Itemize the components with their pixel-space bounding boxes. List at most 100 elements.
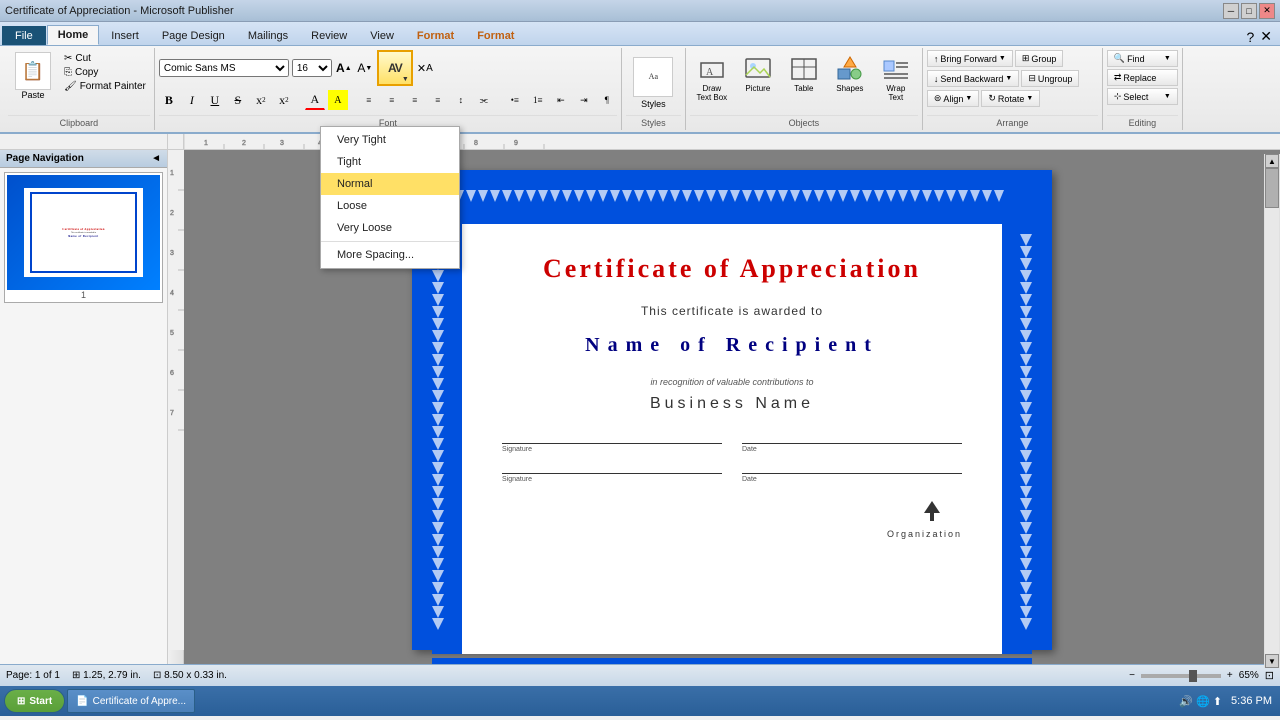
character-spacing-button[interactable]: AV ▼ (377, 50, 413, 86)
document: Certificate of Appreciation This certifi… (412, 170, 1052, 650)
menu-item-loose[interactable]: Loose (321, 195, 459, 217)
font-size-select[interactable]: 16 (292, 59, 332, 77)
maximize-button[interactable]: □ (1241, 3, 1257, 19)
font-format-row: B I U S x2 x2 A A ≡ ≡ ≡ ≡ ↕ ⫘ •≡ 1≡ ⇤ (159, 90, 617, 110)
taskbar-publisher-button[interactable]: 📄 Certificate of Appre... (67, 689, 195, 713)
indent-inc-small[interactable]: ⇥ (574, 90, 594, 110)
menu-item-very-loose[interactable]: Very Loose (321, 217, 459, 239)
draw-text-box-label: DrawText Box (697, 85, 728, 103)
wrap-text-button[interactable]: WrapText (874, 50, 918, 106)
menu-item-more-spacing[interactable]: More Spacing... (321, 244, 459, 266)
bullets-small[interactable]: •≡ (505, 90, 525, 110)
menu-item-normal[interactable]: Normal (321, 173, 459, 195)
shapes-label: Shapes (836, 85, 863, 94)
char-spacing-text: AV (388, 61, 402, 75)
zoom-out-button[interactable]: − (1129, 670, 1135, 681)
text-highlight-button[interactable]: A (328, 90, 348, 110)
cert-content-row: Certificate of Appreciation This certifi… (432, 224, 1032, 654)
indent-dec-small[interactable]: ⇤ (551, 90, 571, 110)
columns-small[interactable]: ⫘ (474, 90, 494, 110)
shrink-font-button[interactable]: A▼ (356, 59, 374, 77)
close-ribbon-icon[interactable]: ✕ (1260, 28, 1272, 45)
replace-button[interactable]: ⇄ Replace (1107, 69, 1178, 86)
grow-font-button[interactable]: A▲ (335, 59, 353, 77)
styles-button[interactable]: Aa Styles (629, 53, 677, 113)
tab-page-design[interactable]: Page Design (151, 26, 236, 45)
find-icon: 🔍 (1114, 53, 1125, 64)
zoom-slider[interactable] (1141, 674, 1221, 678)
send-backward-button[interactable]: ↓ Send Backward ▼ (927, 70, 1019, 87)
bold-button[interactable]: B (159, 90, 179, 110)
title-bar: Certificate of Appreciation - Microsoft … (0, 0, 1280, 22)
vertical-scrollbar[interactable]: ▲ ▼ (1264, 154, 1280, 668)
select-button[interactable]: ⊹ Select ▼ (1107, 88, 1178, 105)
zoom-thumb[interactable] (1189, 670, 1197, 682)
menu-item-very-tight[interactable]: Very Tight (321, 129, 459, 151)
nav-pane-collapse-button[interactable]: ◄ (151, 153, 161, 164)
nav-pane-title: Page Navigation (6, 153, 84, 164)
tab-home[interactable]: Home (47, 25, 100, 45)
arrange-label: Arrange (927, 115, 1098, 128)
taskbar: ⊞ Start 📄 Certificate of Appre... 🔊 🌐 ⬆ … (0, 686, 1280, 716)
clear-formatting-button[interactable]: ✕A (416, 59, 434, 77)
font-color-button[interactable]: A (305, 90, 325, 110)
menu-item-tight[interactable]: Tight (321, 151, 459, 173)
strikethrough-button[interactable]: S (228, 90, 248, 110)
cut-button[interactable]: ✂ Cut (60, 52, 150, 65)
arrange-group: ↑ Bring Forward ▼ ⊞ Group ↓ Send Backwar… (923, 48, 1103, 130)
group-icon: ⊞ (1022, 53, 1030, 64)
title-bar-controls[interactable]: ─ □ ✕ (1223, 3, 1275, 19)
page-thumbnail-1[interactable]: Certificate of Appreciation This certifi… (4, 172, 163, 303)
scroll-down-button[interactable]: ▼ (1265, 654, 1279, 668)
start-button[interactable]: ⊞ Start (4, 689, 65, 713)
help-icon[interactable]: ? (1246, 29, 1254, 45)
minimize-button[interactable]: ─ (1223, 3, 1239, 19)
tab-insert[interactable]: Insert (100, 26, 150, 45)
tab-view[interactable]: View (359, 26, 405, 45)
justify-small[interactable]: ≡ (428, 90, 448, 110)
close-button[interactable]: ✕ (1259, 3, 1275, 19)
cert-org: Organization (502, 499, 962, 539)
certificate-paper[interactable]: Certificate of Appreciation This certifi… (462, 224, 1002, 654)
show-para-small[interactable]: ¶ (597, 90, 617, 110)
find-button[interactable]: 🔍 Find ▼ (1107, 50, 1178, 67)
svg-text:3: 3 (170, 250, 174, 257)
align-center-small[interactable]: ≡ (382, 90, 402, 110)
tab-file[interactable]: File (2, 26, 46, 45)
picture-button[interactable]: Picture (736, 50, 780, 97)
align-button[interactable]: ⊜ Align ▼ (927, 90, 980, 107)
underline-button[interactable]: U (205, 90, 225, 110)
tab-format2[interactable]: Format (466, 26, 525, 45)
numbering-small[interactable]: 1≡ (528, 90, 548, 110)
superscript-button[interactable]: x2 (251, 90, 271, 110)
rotate-button[interactable]: ↻ Rotate ▼ (981, 90, 1040, 107)
cert-date-line-2: Date (742, 473, 962, 483)
group-button[interactable]: ⊞ Group (1015, 50, 1064, 67)
bring-forward-button[interactable]: ↑ Bring Forward ▼ (927, 50, 1013, 67)
fit-page-button[interactable]: ⊡ (1265, 669, 1274, 682)
line-spacing-small[interactable]: ↕ (451, 90, 471, 110)
align-right-small[interactable]: ≡ (405, 90, 425, 110)
tab-mailings[interactable]: Mailings (237, 26, 299, 45)
table-button[interactable]: Table (782, 50, 826, 97)
scroll-thumb[interactable] (1265, 168, 1279, 208)
org-logo-svg (902, 499, 962, 529)
ruler-v-placeholder (168, 134, 184, 149)
border-top (432, 190, 1032, 220)
picture-label: Picture (745, 85, 770, 94)
tab-format1[interactable]: Format (406, 26, 465, 45)
font-name-select[interactable]: Comic Sans MS (159, 59, 289, 77)
shapes-button[interactable]: Shapes (828, 50, 872, 97)
paste-button[interactable]: 📋 Paste (8, 50, 58, 102)
cert-signature-lines: Signature Date Signature (502, 443, 962, 483)
format-painter-button[interactable]: 🖌 Format Painter (60, 80, 150, 93)
ungroup-button[interactable]: ⊟ Ungroup (1021, 70, 1079, 87)
draw-text-box-button[interactable]: A DrawText Box (690, 50, 734, 106)
italic-button[interactable]: I (182, 90, 202, 110)
zoom-in-button[interactable]: + (1227, 670, 1233, 681)
tab-review[interactable]: Review (300, 26, 358, 45)
copy-button[interactable]: ⎘ Copy (60, 66, 150, 79)
align-left-small[interactable]: ≡ (359, 90, 379, 110)
subscript-button[interactable]: x2 (274, 90, 294, 110)
scroll-up-button[interactable]: ▲ (1265, 154, 1279, 168)
